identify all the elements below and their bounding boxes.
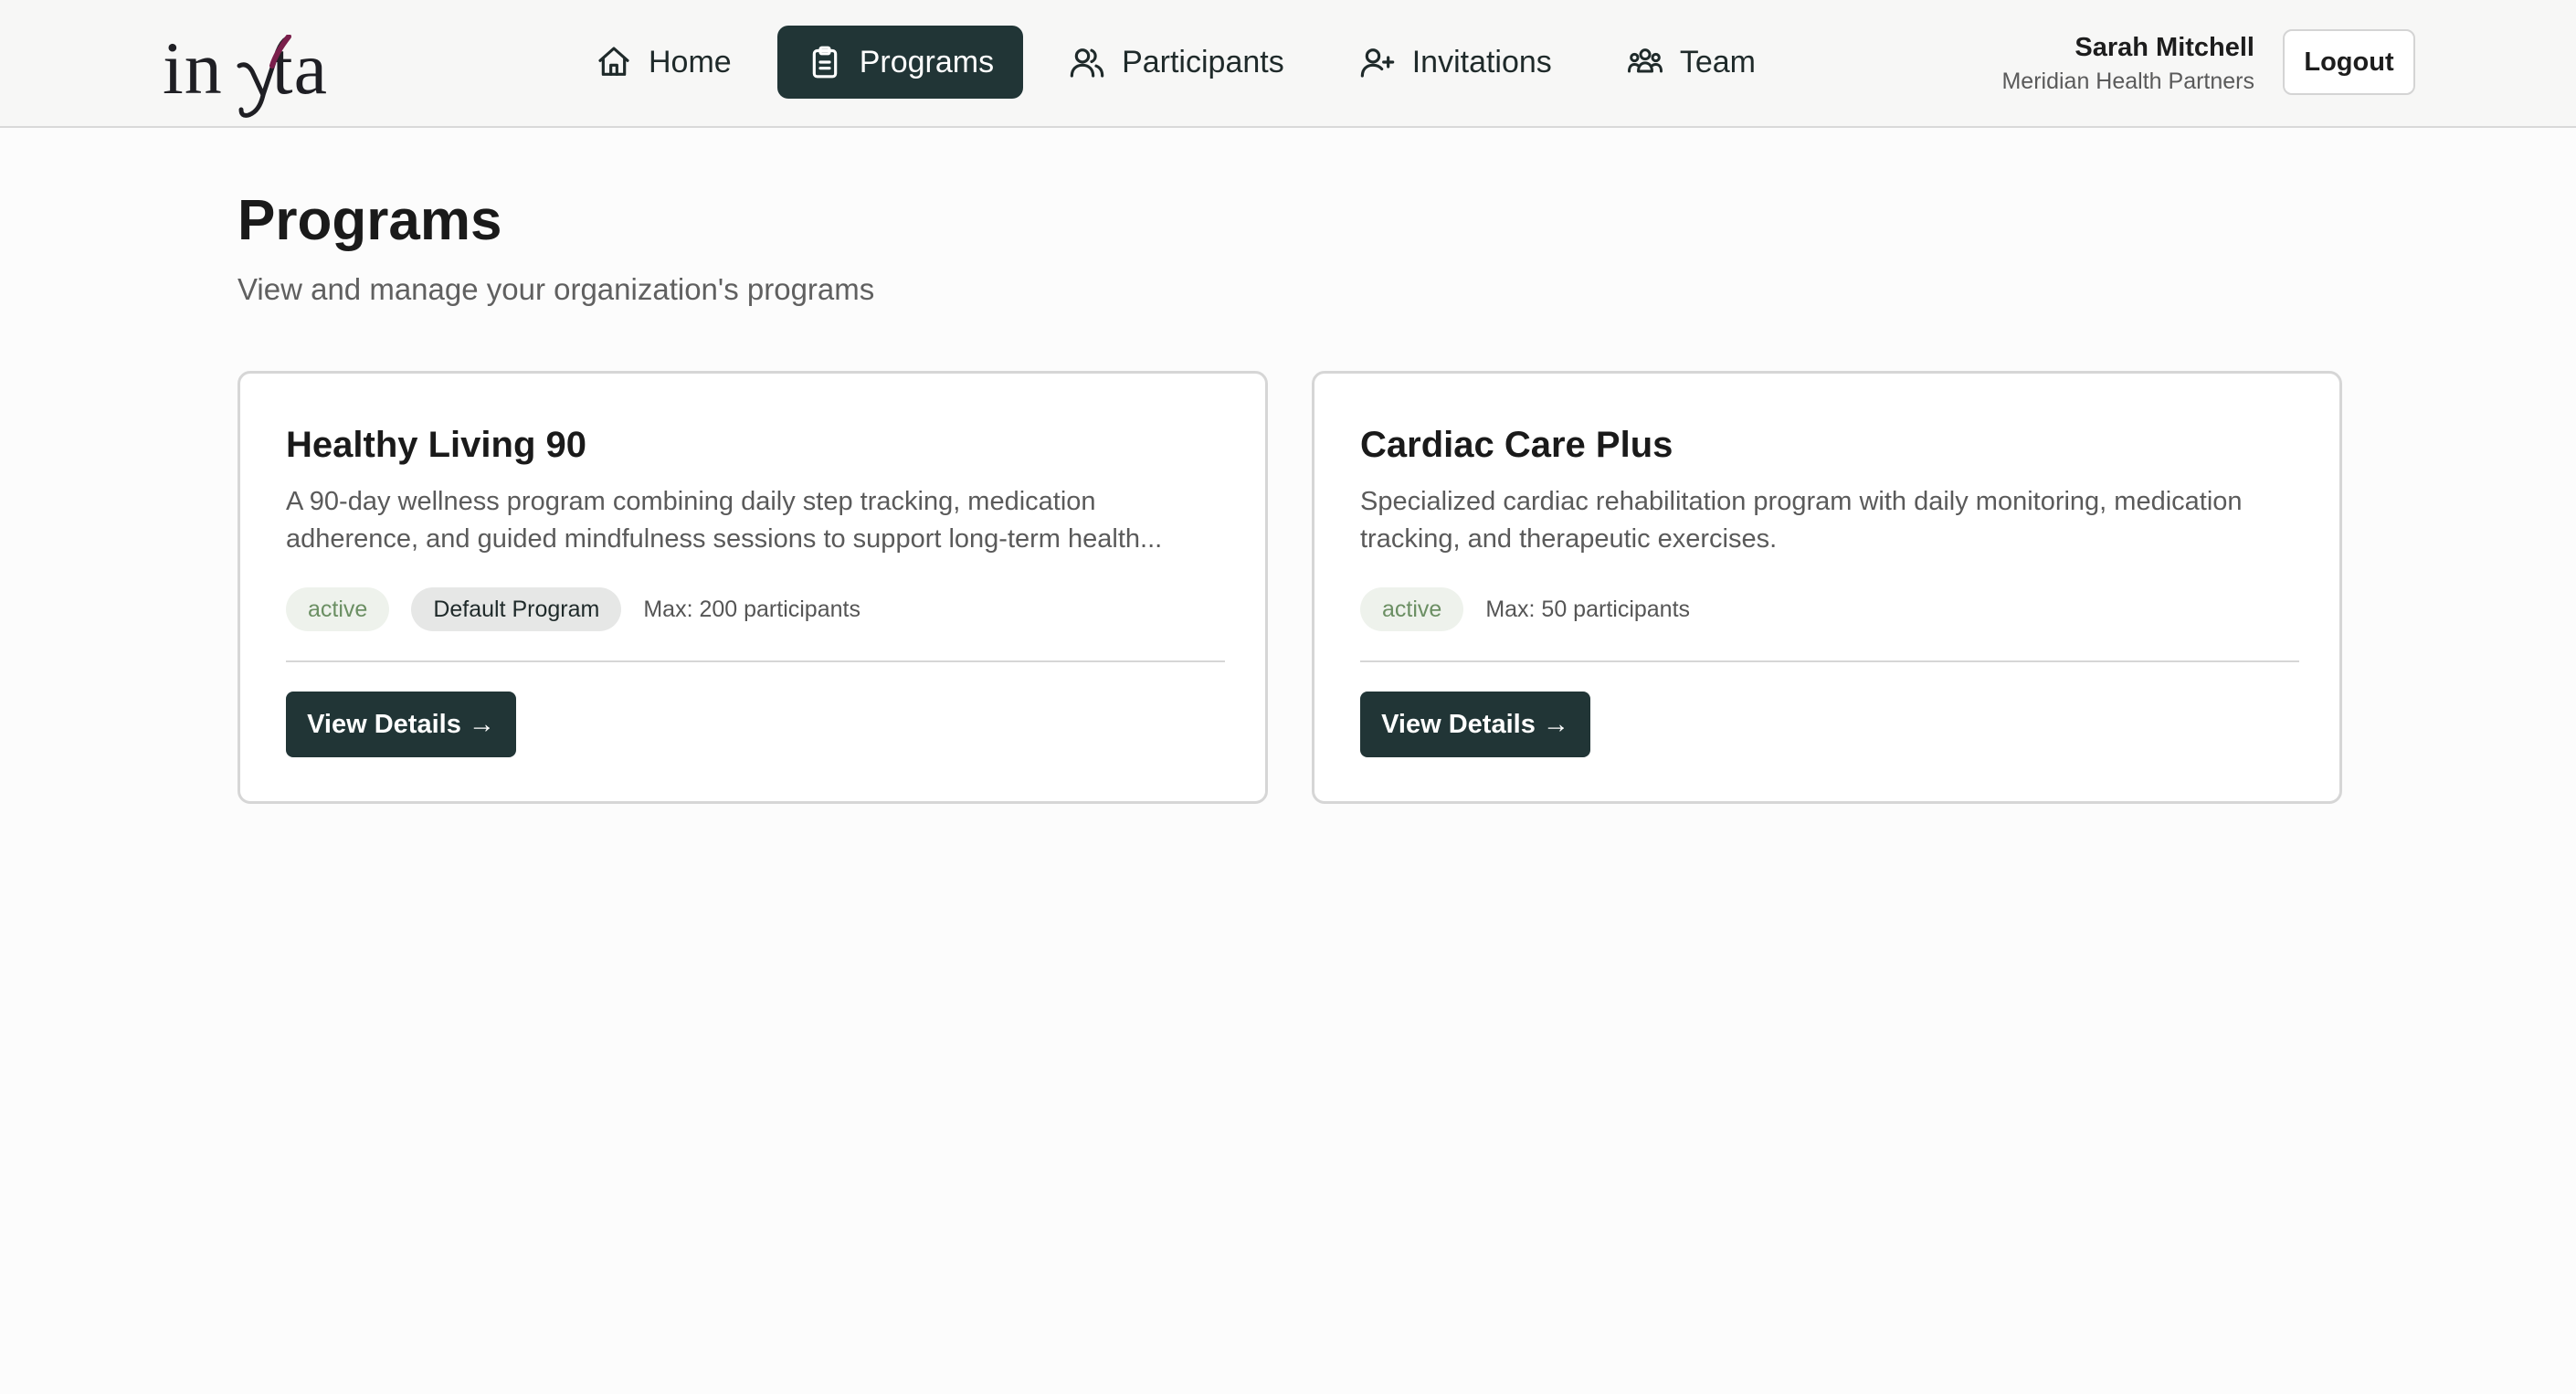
program-description: Specialized cardiac rehabilitation progr… xyxy=(1360,487,2243,554)
user-info: Sarah Mitchell Meridian Health Partners xyxy=(2001,29,2254,97)
main-nav: Home Programs Participants Invitations T… xyxy=(566,26,1785,99)
card-divider xyxy=(1360,660,2299,662)
invyta-logo[interactable]: in ta xyxy=(163,18,328,118)
nav-item-invitations[interactable]: Invitations xyxy=(1330,26,1581,99)
clipboard-icon xyxy=(812,46,837,79)
nav-item-programs[interactable]: Programs xyxy=(776,26,1024,99)
nav-item-label: Invitations xyxy=(1411,44,1552,79)
program-badges: active Default Program Max: 200 particip… xyxy=(286,587,860,631)
program-card: Healthy Living 90 A 90-day wellness prog… xyxy=(238,371,1268,804)
nav-item-home[interactable]: Home xyxy=(566,26,761,99)
logout-button[interactable]: Logout xyxy=(2283,29,2415,95)
max-participants: Max: 200 participants xyxy=(643,596,860,622)
program-title: Healthy Living 90 xyxy=(286,425,586,465)
logo-v-mark xyxy=(237,35,291,118)
logo-text: in ta xyxy=(163,31,328,118)
status-badge: active xyxy=(286,587,390,631)
nav-item-team[interactable]: Team xyxy=(1598,26,1785,99)
nav-item-label: Team xyxy=(1679,44,1756,79)
program-description: A 90-day wellness program combining dail… xyxy=(286,487,1163,554)
home-icon xyxy=(598,47,629,76)
nav-item-label: Participants xyxy=(1122,44,1284,79)
program-card: Cardiac Care Plus Specialized cardiac re… xyxy=(1312,371,2342,804)
nav-item-label: Programs xyxy=(859,44,995,79)
nav-item-participants[interactable]: Participants xyxy=(1040,26,1314,99)
program-badges: active Max: 50 participants xyxy=(1360,587,1690,631)
program-title: Cardiac Care Plus xyxy=(1360,425,1673,465)
view-details-button[interactable]: View Details → xyxy=(286,692,516,757)
users-icon xyxy=(1070,48,1104,78)
status-badge: active xyxy=(1360,587,1464,631)
nav-item-label: Home xyxy=(649,44,732,79)
page-title: Programs xyxy=(238,189,502,252)
top-navigation-bar: in ta Home Programs Participants Invitat… xyxy=(0,0,2576,128)
page-subtitle: View and manage your organization's prog… xyxy=(238,272,875,306)
default-program-badge: Default Program xyxy=(411,587,622,631)
max-participants: Max: 50 participants xyxy=(1485,596,1691,622)
view-details-button[interactable]: View Details → xyxy=(1360,692,1590,757)
team-icon xyxy=(1627,48,1663,73)
user-name: Sarah Mitchell xyxy=(2075,33,2254,62)
card-divider xyxy=(286,660,1225,662)
user-plus-icon xyxy=(1360,48,1394,78)
user-organization: Meridian Health Partners xyxy=(2001,69,2254,94)
